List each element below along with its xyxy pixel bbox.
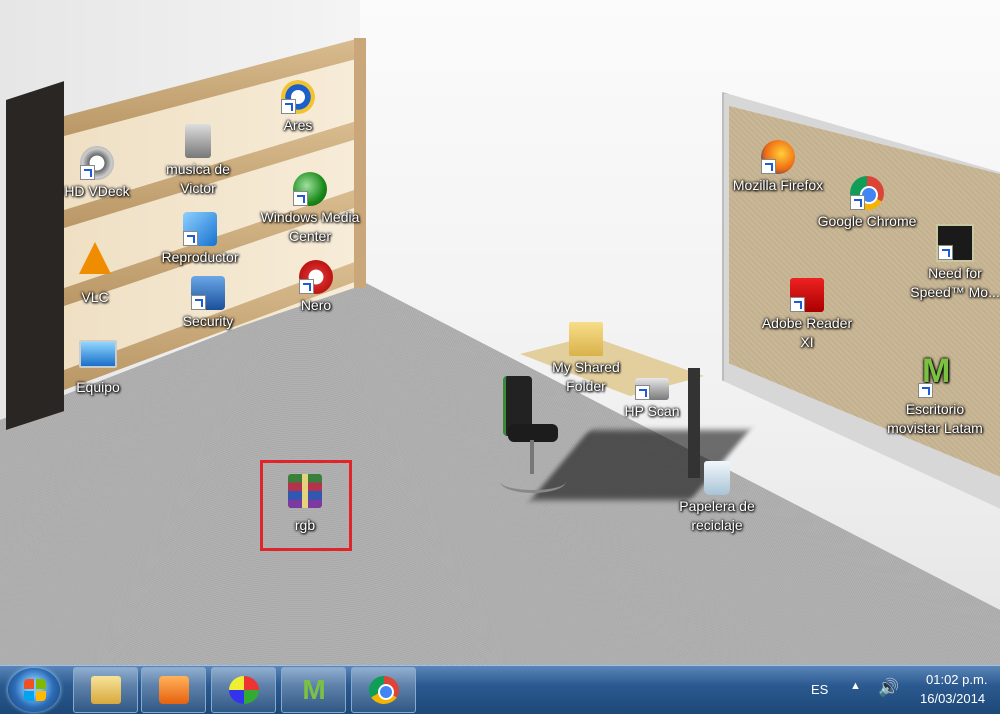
icon-label: Equipo: [76, 379, 120, 395]
ares-icon: [281, 80, 315, 114]
wallpaper-chair-base: [500, 470, 566, 493]
desktop-icon-adobe-reader[interactable]: Adobe Reader XI: [757, 278, 857, 352]
icon-label: Windows Media Center: [260, 209, 360, 244]
icon-label: HD VDeck: [64, 183, 130, 199]
computer-icon: [79, 340, 117, 368]
icon-label: Ares: [283, 117, 313, 133]
desktop-icon-reproductor[interactable]: Reproductor: [150, 212, 250, 267]
desktop[interactable]: HD VDeck musica de Victor Ares Windows M…: [0, 0, 1000, 665]
desktop-icon-vlc[interactable]: VLC: [45, 242, 145, 307]
language-indicator[interactable]: ES: [811, 682, 828, 697]
icon-label: musica de Victor: [166, 161, 230, 196]
start-button[interactable]: [8, 668, 60, 712]
nero-icon: [299, 260, 333, 294]
desktop-icon-hd-vdeck[interactable]: HD VDeck: [47, 146, 147, 201]
paint-icon: [229, 676, 259, 704]
taskbar-button-paint[interactable]: [211, 667, 276, 713]
taskbar-button-movistar[interactable]: M: [281, 667, 346, 713]
movistar-icon: [918, 362, 952, 398]
icon-label: Escritorio movistar Latam: [887, 401, 983, 436]
icon-label: Google Chrome: [817, 213, 917, 229]
recycle-bin-icon: [704, 461, 730, 495]
chrome-icon: [369, 676, 399, 704]
wallpaper-chair-post: [530, 440, 534, 474]
desktop-icon-hp-scan[interactable]: HP Scan: [602, 366, 702, 421]
need-for-speed-icon: [936, 224, 974, 262]
adobe-reader-icon: [790, 278, 824, 312]
desktop-icon-escritorio-movistar[interactable]: Escritorio movistar Latam: [880, 362, 990, 438]
icon-label: VLC: [81, 289, 109, 305]
selection-highlight-box: [260, 460, 352, 551]
desktop-icon-security[interactable]: Security: [158, 276, 258, 331]
windows-media-center-icon: [293, 172, 327, 206]
icon-label: Adobe Reader XI: [761, 315, 853, 350]
volume-icon[interactable]: 🔊: [878, 678, 899, 698]
explorer-icon: [91, 676, 121, 704]
movistar-icon: M: [302, 674, 326, 705]
desktop-icon-windows-media-center[interactable]: Windows Media Center: [255, 172, 365, 246]
chrome-icon: [850, 176, 884, 210]
desktop-icon-nero[interactable]: Nero: [266, 260, 366, 315]
desktop-icon-papelera-de-reciclaje[interactable]: Papelera de reciclaje: [667, 461, 767, 535]
media-player-icon: [159, 676, 189, 704]
desktop-icon-google-chrome[interactable]: Google Chrome: [812, 176, 922, 231]
taskbar-button-chrome[interactable]: [351, 667, 416, 713]
desktop-icon-need-for-speed[interactable]: Need for Speed™ Mo...: [910, 224, 1000, 302]
hd-vdeck-icon: [80, 146, 114, 180]
clock-time[interactable]: 01:02 p.m.: [926, 672, 987, 687]
windows-logo-icon: [24, 679, 46, 701]
shared-folder-icon: [569, 322, 603, 356]
icon-label: Need for Speed™ Mo...: [910, 265, 1000, 300]
vlc-icon: [79, 242, 111, 274]
icon-label: HP Scan: [624, 403, 680, 419]
music-folder-icon: [185, 124, 211, 158]
chevron-up-icon[interactable]: ▲: [850, 680, 861, 692]
media-player-icon: [183, 212, 217, 246]
taskbar-button-explorer[interactable]: [73, 667, 138, 713]
taskbar-button-media-player[interactable]: [141, 667, 206, 713]
hp-scan-icon: [635, 378, 669, 400]
icon-label: Nero: [300, 297, 332, 313]
clock-date[interactable]: 16/03/2014: [920, 691, 985, 706]
icon-label: Papelera de reciclaje: [679, 498, 755, 533]
taskbar: M ES ▲ 🔊 01:02 p.m. 16/03/2014: [0, 665, 1000, 714]
desktop-icon-ares[interactable]: Ares: [248, 80, 348, 135]
firefox-icon: [761, 140, 795, 174]
desktop-icon-musica-de-victor[interactable]: musica de Victor: [148, 124, 248, 198]
icon-label: Security: [182, 313, 234, 329]
desktop-icon-equipo[interactable]: Equipo: [48, 340, 148, 397]
icon-label: Reproductor: [161, 249, 239, 265]
security-icon: [191, 276, 225, 310]
